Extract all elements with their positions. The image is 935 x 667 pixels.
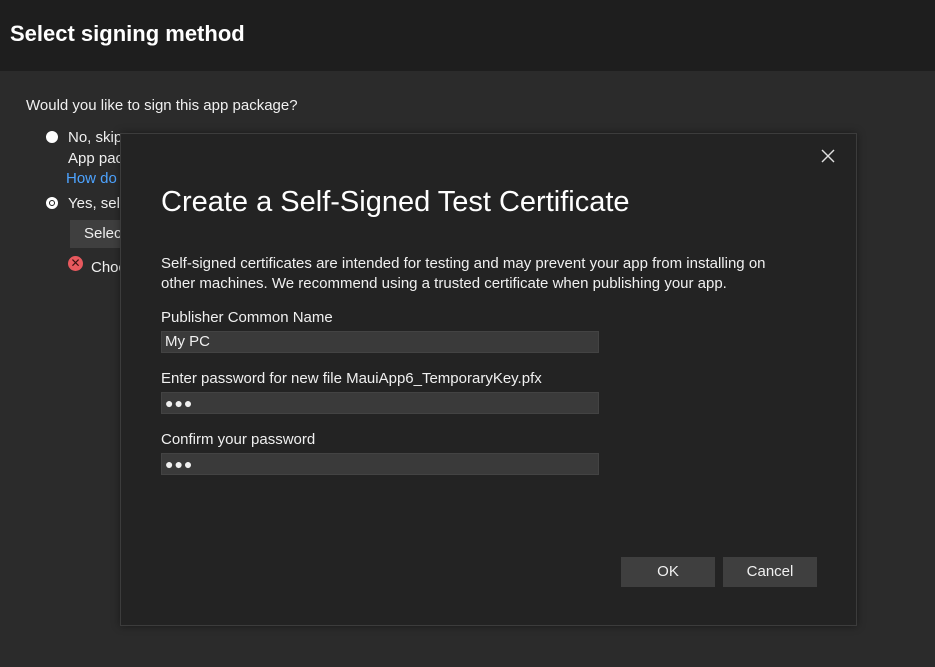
publisher-name-field[interactable]: My PC — [161, 331, 599, 353]
confirm-password-field[interactable]: ●●● — [161, 453, 599, 475]
radio-yes-select[interactable] — [46, 197, 58, 209]
dialog-title: Create a Self-Signed Test Certificate — [161, 186, 630, 218]
radio-no-skip[interactable] — [46, 131, 58, 143]
create-certificate-dialog: Create a Self-Signed Test Certificate Se… — [120, 133, 857, 626]
ok-button[interactable]: OK — [621, 557, 715, 587]
close-icon[interactable] — [820, 148, 836, 164]
how-do-link[interactable]: How do — [66, 170, 117, 187]
dialog-description: Self-signed certificates are intended fo… — [161, 255, 766, 292]
sign-question: Would you like to sign this app package? — [26, 97, 298, 114]
error-icon: ✕ — [68, 256, 83, 271]
confirm-password-label: Confirm your password — [161, 431, 316, 448]
page-title: Select signing method — [10, 21, 245, 46]
cancel-button[interactable]: Cancel — [723, 557, 817, 587]
option-no-label: No, skip — [68, 129, 123, 146]
page-header: Select signing method — [0, 0, 935, 71]
password-field[interactable]: ●●● — [161, 392, 599, 414]
password-label: Enter password for new file MauiApp6_Tem… — [161, 370, 542, 387]
option-no-description: App pac — [68, 150, 124, 167]
publisher-label: Publisher Common Name — [161, 309, 333, 326]
